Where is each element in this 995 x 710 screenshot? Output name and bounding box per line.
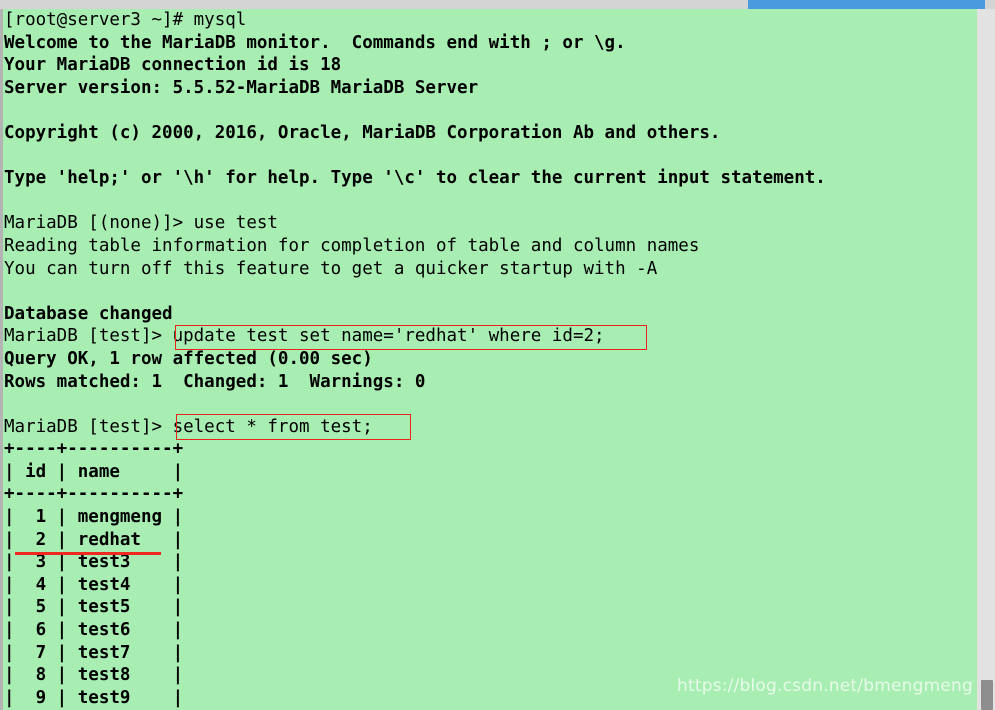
terminal-line: | 3 | test3 | [4,552,184,573]
watermark-text: https://blog.csdn.net/bmengmeng [676,676,973,696]
terminal-line: Reading table information for completion… [4,235,700,256]
horizontal-scrollbar[interactable] [0,0,995,9]
terminal-line: +----+----------+ [4,484,184,505]
terminal-line: MariaDB [test]> update test set name='re… [4,326,605,347]
terminal-line: Welcome to the MariaDB monitor. Commands… [4,32,626,53]
terminal-line: | 6 | test6 | [4,620,184,641]
terminal-line: +----+----------+ [4,439,184,460]
terminal-line: MariaDB [(none)]> use test [4,213,278,234]
terminal-line: MariaDB [test]> select * from test; [4,416,373,437]
terminal-line: | id | name | [4,461,184,482]
terminal-line: [root@server3 ~]# mysql [4,10,247,30]
terminal-line: Rows matched: 1 Changed: 1 Warnings: 0 [4,371,426,392]
terminal-line: Database changed [4,303,173,324]
terminal-window: [root@server3 ~]# mysql Welcome to the Ma… [0,0,995,710]
terminal-line: Copyright (c) 2000, 2016, Oracle, MariaD… [4,122,721,143]
terminal-line: Your MariaDB connection id is 18 [4,55,342,76]
vertical-scrollbar[interactable] [977,9,995,710]
terminal-line: Server version: 5.5.52-MariaDB MariaDB S… [4,77,479,98]
terminal-line: | 7 | test7 | [4,642,184,663]
terminal-line: Type 'help;' or '\h' for help. Type '\c'… [4,168,826,189]
left-gutter-strip [0,0,3,710]
annotation-underline-row-2 [15,552,161,555]
horizontal-scrollbar-thumb[interactable] [748,0,985,9]
terminal-line: You can turn off this feature to get a q… [4,258,658,279]
terminal-line: Query OK, 1 row affected (0.00 sec) [4,348,373,369]
terminal-screen[interactable]: [root@server3 ~]# mysql Welcome to the Ma… [4,9,977,710]
terminal-line: | 4 | test4 | [4,574,184,595]
terminal-line: | 1 | mengmeng | [4,507,184,528]
terminal-line: | 5 | test5 | [4,597,184,618]
terminal-line: | 2 | redhat | [4,529,184,550]
vertical-scrollbar-thumb[interactable] [981,680,993,710]
